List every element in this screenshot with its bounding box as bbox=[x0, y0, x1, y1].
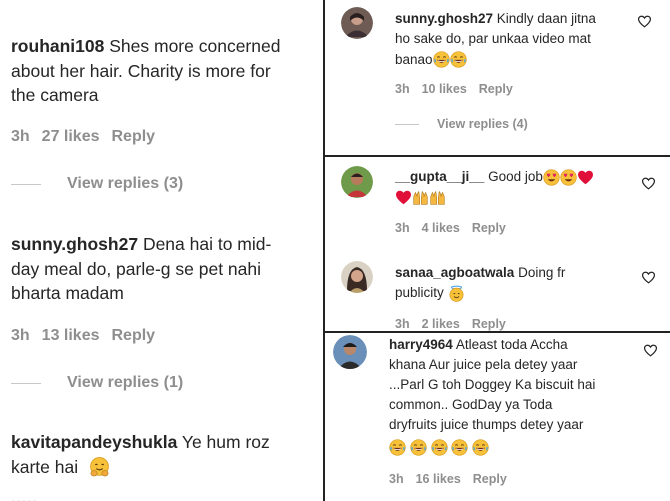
smiling-halo-emoji bbox=[448, 285, 465, 302]
view-replies-line bbox=[395, 123, 419, 125]
reply-button[interactable]: Reply bbox=[472, 221, 506, 235]
comment-text: dryfruits juice thumps detey yaar bbox=[389, 416, 584, 432]
view-replies-label[interactable]: View replies (1) bbox=[67, 374, 183, 392]
comment-likes[interactable]: 4 likes bbox=[422, 221, 460, 235]
comment-text: bharta madam bbox=[11, 283, 124, 303]
reply-button[interactable]: Reply bbox=[479, 82, 513, 96]
comment-time: 3h bbox=[395, 82, 410, 96]
comment-text: Kindly daan jitna bbox=[496, 11, 596, 26]
avatar[interactable] bbox=[341, 261, 373, 293]
comment-username[interactable]: __gupta__ji__ bbox=[395, 169, 484, 184]
comment-text: common.. GodDay ya Toda bbox=[389, 396, 553, 412]
raised-hands-emoji bbox=[429, 189, 446, 206]
comment-text: Dena hai to mid- bbox=[142, 234, 272, 254]
comment-text: day meal do, parle-g se pet nahi bbox=[11, 258, 262, 279]
comment-username[interactable]: sunny.ghosh27 bbox=[395, 11, 493, 26]
comment-meta: 3h 13 likes Reply bbox=[11, 327, 167, 345]
comment-username[interactable]: sunny.ghosh27 bbox=[11, 234, 138, 254]
reply-button[interactable]: Reply bbox=[472, 317, 506, 331]
comment-text: publicity bbox=[395, 285, 444, 301]
tears-of-joy-emoji bbox=[389, 439, 406, 456]
comment-text: Shes more concerned bbox=[109, 36, 281, 56]
comment-text: Atleast toda Accha bbox=[455, 337, 568, 352]
comment-time: 3h bbox=[395, 221, 410, 235]
tears-of-joy-emoji bbox=[433, 51, 450, 68]
comment-sunny-ghosh27: sunny.ghosh27 Dena hai to mid- day meal … bbox=[11, 232, 321, 306]
comment-text: karte hai bbox=[11, 456, 79, 477]
comment-username[interactable]: kavitapandeyshukla bbox=[11, 432, 177, 452]
tears-of-joy-emoji bbox=[410, 439, 427, 456]
comment-likes[interactable]: 2 likes bbox=[422, 317, 460, 331]
comment-meta: 3h 2 likes Reply bbox=[395, 317, 518, 331]
hugging-emoji bbox=[89, 457, 110, 478]
comment-meta: 3h 16 likes Reply bbox=[389, 472, 519, 486]
tears-of-joy-emoji bbox=[450, 51, 467, 68]
comment-rouhani108: rouhani108 Shes more concerned about her… bbox=[11, 34, 321, 108]
red-heart-emoji bbox=[577, 169, 594, 186]
avatar[interactable] bbox=[341, 7, 373, 39]
tears-of-joy-emoji bbox=[472, 439, 489, 456]
comment-meta-cropped: ····· bbox=[11, 494, 38, 501]
comment-time: 3h bbox=[11, 128, 30, 145]
comment-meta: 3h 10 likes Reply bbox=[395, 82, 525, 96]
right-panel-middle: __gupta__ji__ Good job 3h 4 likes Reply sa… bbox=[325, 157, 670, 331]
heart-eyes-emoji bbox=[543, 169, 560, 186]
right-panel-top: sunny.ghosh27 Kindly daan jitna ho sake … bbox=[325, 0, 670, 155]
heart-outline-icon[interactable] bbox=[641, 270, 656, 285]
reply-button[interactable]: Reply bbox=[112, 128, 156, 145]
heart-outline-icon[interactable] bbox=[643, 343, 658, 358]
comment-username[interactable]: harry4964 bbox=[389, 337, 453, 352]
heart-eyes-emoji bbox=[560, 169, 577, 186]
red-heart-emoji bbox=[395, 189, 412, 206]
view-replies-button[interactable]: View replies (3) bbox=[11, 175, 183, 193]
tears-of-joy-emoji bbox=[431, 439, 448, 456]
comment-text: Doing fr bbox=[518, 265, 566, 280]
comment-likes[interactable]: 27 likes bbox=[42, 128, 100, 145]
heart-outline-icon[interactable] bbox=[637, 14, 652, 29]
heart-outline-icon[interactable] bbox=[641, 176, 656, 191]
comment-sanaa-agboatwala: sanaa_agboatwala Doing fr publicity bbox=[395, 263, 565, 304]
comment-text: Ye hum roz bbox=[181, 432, 270, 452]
comment-meta: 3h 27 likes Reply bbox=[11, 128, 167, 146]
comment-text: ...Parl G toh Doggey Ka biscuit hai bbox=[389, 376, 596, 392]
tears-of-joy-emoji bbox=[451, 439, 468, 456]
comment-likes[interactable]: 13 likes bbox=[42, 327, 100, 344]
comment-username[interactable]: rouhani108 bbox=[11, 36, 104, 56]
view-replies-line bbox=[11, 382, 41, 384]
reply-button[interactable]: Reply bbox=[473, 472, 507, 486]
comment-text: khana Aur juice pela detey yaar bbox=[389, 356, 578, 372]
comment-likes[interactable]: 10 likes bbox=[422, 82, 467, 96]
comment-username[interactable]: sanaa_agboatwala bbox=[395, 265, 514, 280]
comment-kavitapandeyshukla: kavitapandeyshukla Ye hum roz karte hai bbox=[11, 430, 321, 479]
reply-button[interactable]: Reply bbox=[112, 327, 156, 344]
left-comments-panel: rouhani108 Shes more concerned about her… bbox=[0, 0, 323, 501]
view-replies-label[interactable]: View replies (3) bbox=[67, 175, 183, 193]
emoji-row bbox=[389, 437, 595, 457]
avatar[interactable] bbox=[341, 166, 373, 198]
raised-hands-emoji bbox=[412, 189, 429, 206]
view-replies-label[interactable]: View replies (4) bbox=[437, 117, 528, 131]
comment-harry4964: harry4964 Atleast toda Accha khana Aur j… bbox=[389, 335, 595, 457]
view-replies-button[interactable]: View replies (1) bbox=[11, 374, 183, 392]
comment-text: Good job bbox=[488, 169, 543, 184]
comment-sunny-ghosh27-right: sunny.ghosh27 Kindly daan jitna ho sake … bbox=[395, 9, 596, 70]
comment-time: 3h bbox=[395, 317, 410, 331]
view-replies-line bbox=[11, 183, 41, 185]
right-panel-bottom: harry4964 Atleast toda Accha khana Aur j… bbox=[325, 333, 670, 501]
comment-text: banao bbox=[395, 51, 433, 67]
comment-time: 3h bbox=[11, 327, 30, 344]
comment-likes[interactable]: 16 likes bbox=[416, 472, 461, 486]
view-replies-button[interactable]: View replies (4) bbox=[395, 117, 528, 131]
comment-meta: 3h 4 likes Reply bbox=[395, 221, 518, 235]
comment-text: ho sake do, par unkaa video mat bbox=[395, 31, 591, 47]
comment-gupta-ji: __gupta__ji__ Good job bbox=[395, 167, 594, 208]
comment-text: the camera bbox=[11, 85, 99, 105]
comment-time: 3h bbox=[389, 472, 404, 486]
avatar[interactable] bbox=[333, 335, 367, 369]
comment-text: about her hair. Charity is more for bbox=[11, 60, 271, 81]
